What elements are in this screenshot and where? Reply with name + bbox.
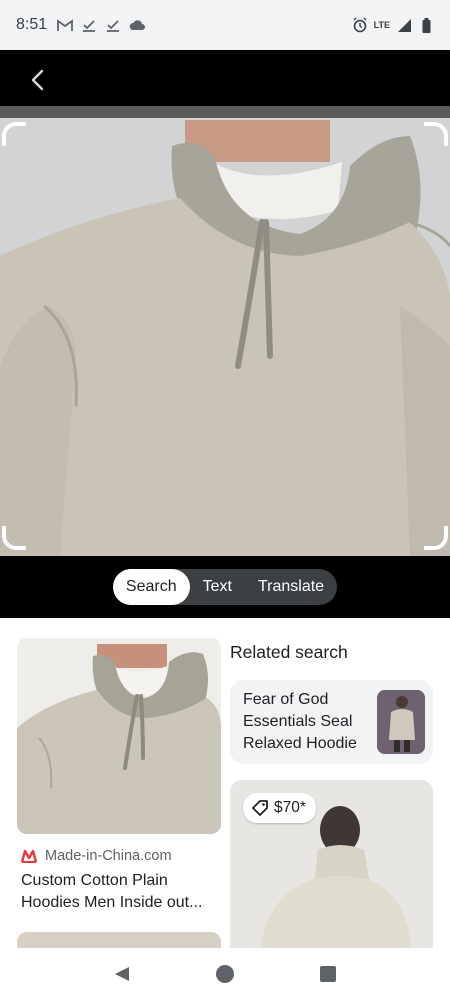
result-card-next[interactable]	[17, 932, 221, 948]
mode-selector: Search Text Translate	[112, 569, 338, 605]
chevron-left-icon	[31, 69, 44, 91]
tag-icon	[252, 800, 268, 816]
related-search-thumbnail	[377, 690, 425, 754]
related-search-item[interactable]: Fear of God Essentials Seal Relaxed Hood…	[230, 680, 433, 764]
gmail-icon	[57, 17, 74, 33]
nav-recents-button[interactable]	[313, 959, 343, 989]
network-type-label: LTE	[373, 20, 390, 30]
tab-search[interactable]: Search	[112, 569, 190, 605]
made-in-china-logo-icon	[21, 849, 37, 863]
signal-icon	[396, 17, 412, 33]
top-bar	[0, 50, 450, 106]
result-title[interactable]: Custom Cotton Plain Hoodies Men Inside o…	[17, 870, 221, 914]
notification-icons	[57, 17, 146, 33]
result-image	[17, 638, 221, 834]
download-check-icon	[81, 17, 97, 33]
system-icons: LTE	[352, 17, 434, 33]
status-bar: 8:51 LTE	[0, 0, 450, 50]
system-nav-bar	[0, 948, 450, 1000]
back-button[interactable]	[22, 64, 54, 96]
back-triangle-icon	[114, 967, 129, 981]
price-value: $70*	[274, 799, 306, 816]
price-tag: $70*	[243, 793, 316, 823]
source-name: Made-in-China.com	[45, 848, 172, 864]
result-card[interactable]: Made-in-China.com Custom Cotton Plain Ho…	[17, 638, 221, 914]
tab-translate[interactable]: Translate	[245, 569, 337, 605]
nav-home-button[interactable]	[210, 959, 240, 989]
mode-bar: Search Text Translate	[0, 556, 450, 618]
result-source: Made-in-China.com	[17, 848, 221, 864]
status-time: 8:51	[16, 16, 48, 33]
alarm-icon	[352, 17, 368, 33]
hoodie-photo	[0, 106, 450, 556]
tab-text[interactable]: Text	[190, 569, 245, 605]
crop-handle-top-left[interactable]	[2, 122, 26, 146]
home-circle-icon	[215, 965, 234, 983]
image-viewer[interactable]	[0, 106, 450, 556]
nav-back-button[interactable]	[107, 959, 137, 989]
result-card-priced[interactable]: $70*	[230, 780, 433, 948]
related-search-label: Fear of God Essentials Seal Relaxed Hood…	[243, 691, 357, 752]
download-check-icon	[105, 17, 121, 33]
related-search-heading: Related search	[230, 642, 348, 662]
results-panel: Made-in-China.com Custom Cotton Plain Ho…	[0, 618, 450, 948]
recents-square-icon	[320, 966, 337, 982]
cloud-icon	[129, 17, 146, 33]
battery-icon	[418, 17, 434, 33]
